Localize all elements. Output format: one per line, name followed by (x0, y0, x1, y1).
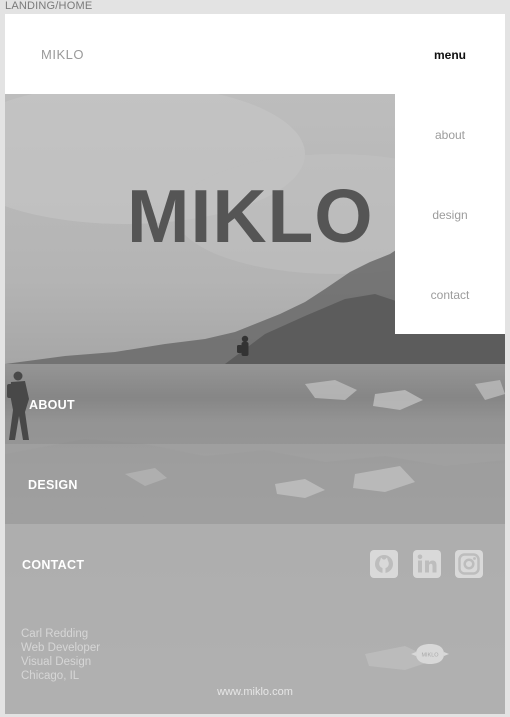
about-section[interactable]: ABOUT (5, 364, 505, 444)
miklo-badge-logo: MIKLO (411, 644, 449, 664)
menu-item-contact[interactable]: contact (395, 288, 505, 302)
landing-page: MIKLO ABOUT DESIGN CONTACT MIKLO menu ab… (5, 14, 505, 714)
info-name: Carl Redding (21, 628, 89, 640)
design-section-label[interactable]: DESIGN (28, 478, 78, 492)
info-role: Web Developer (21, 642, 101, 654)
contact-section-label[interactable]: CONTACT (22, 558, 84, 572)
menu-panel: menu about design contact (395, 14, 505, 334)
footer-url[interactable]: www.miklo.com (5, 686, 505, 698)
design-section[interactable]: DESIGN (5, 444, 505, 524)
menu-item-about[interactable]: about (395, 128, 505, 142)
about-section-label[interactable]: ABOUT (29, 398, 75, 412)
hero-title: MIKLO (127, 174, 374, 258)
github-icon[interactable] (370, 550, 398, 578)
menu-item-design[interactable]: design (395, 208, 505, 222)
frame-label: LANDING/HOME (5, 0, 93, 12)
linkedin-icon[interactable] (413, 550, 441, 578)
instagram-icon[interactable] (455, 550, 483, 578)
info-location: Chicago, IL (21, 670, 80, 682)
svg-text:MIKLO: MIKLO (421, 653, 439, 659)
info-discipline: Visual Design (21, 656, 92, 668)
menu-toggle[interactable]: menu (395, 48, 505, 62)
brand-logo[interactable]: MIKLO (41, 47, 84, 62)
